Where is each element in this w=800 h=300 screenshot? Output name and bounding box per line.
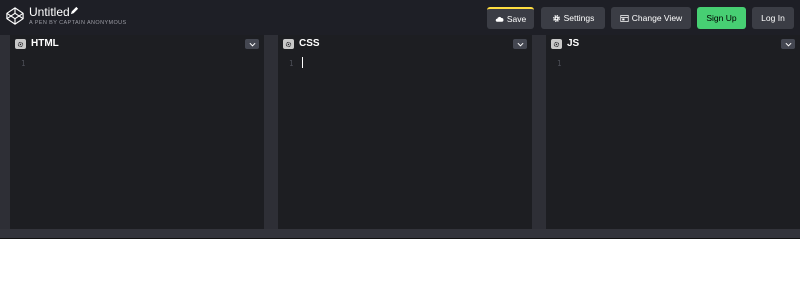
sign-up-label: Sign Up — [706, 13, 737, 23]
js-editor-header: JS — [546, 35, 800, 52]
cloud-icon — [495, 16, 504, 22]
text-cursor — [302, 57, 303, 68]
left-gutter — [0, 35, 10, 231]
js-editor-title: JS — [567, 38, 580, 49]
js-settings-button[interactable] — [551, 39, 562, 49]
gear-icon — [285, 41, 292, 47]
line-number: 1 — [557, 59, 562, 68]
result-preview[interactable] — [0, 239, 800, 300]
preview-resize-bar[interactable] — [0, 229, 800, 239]
save-button[interactable]: Save — [487, 7, 534, 29]
html-editor-title: HTML — [31, 38, 59, 49]
log-in-label: Log In — [761, 13, 785, 23]
js-editor-pane: JS 1 — [546, 35, 800, 229]
sign-up-button[interactable]: Sign Up — [697, 7, 746, 29]
js-code-editor[interactable]: 1 — [546, 53, 800, 229]
pencil-icon[interactable] — [70, 6, 79, 15]
pen-byline: A PEN BY CAPTAIN ANONYMOUS — [29, 20, 127, 26]
editor-resizer-html-css[interactable] — [264, 35, 278, 231]
chevron-down-icon — [517, 42, 523, 47]
change-view-button[interactable]: Change View — [611, 7, 691, 29]
js-collapse-button[interactable] — [781, 39, 795, 49]
change-view-label: Change View — [631, 13, 683, 23]
settings-label: Settings — [563, 13, 595, 23]
css-code-editor[interactable]: 1 — [278, 53, 532, 229]
chevron-down-icon — [785, 42, 791, 47]
html-editor-pane: HTML 1 — [10, 35, 264, 229]
css-editor-title: CSS — [299, 38, 320, 49]
html-collapse-button[interactable] — [245, 39, 259, 49]
editor-resizer-css-js[interactable] — [532, 35, 546, 231]
settings-button[interactable]: Settings — [541, 7, 605, 29]
gear-icon — [552, 14, 560, 22]
gear-icon — [17, 41, 24, 47]
codepen-logo-icon[interactable] — [6, 7, 24, 25]
line-number: 1 — [289, 59, 294, 68]
pen-title[interactable]: Untitled — [29, 5, 70, 19]
css-editor-header: CSS — [278, 35, 532, 52]
css-editor-pane: CSS 1 — [278, 35, 532, 229]
html-editor-header: HTML — [10, 35, 264, 52]
css-settings-button[interactable] — [283, 39, 294, 49]
chevron-down-icon — [249, 42, 255, 47]
line-number: 1 — [21, 59, 26, 68]
gear-icon — [553, 41, 560, 47]
save-label: Save — [506, 14, 527, 24]
top-header: Untitled A PEN BY CAPTAIN ANONYMOUS Save… — [0, 0, 800, 35]
css-collapse-button[interactable] — [513, 39, 527, 49]
layout-icon — [620, 14, 629, 22]
html-code-editor[interactable]: 1 — [10, 53, 264, 229]
log-in-button[interactable]: Log In — [752, 7, 794, 29]
html-settings-button[interactable] — [15, 39, 26, 49]
